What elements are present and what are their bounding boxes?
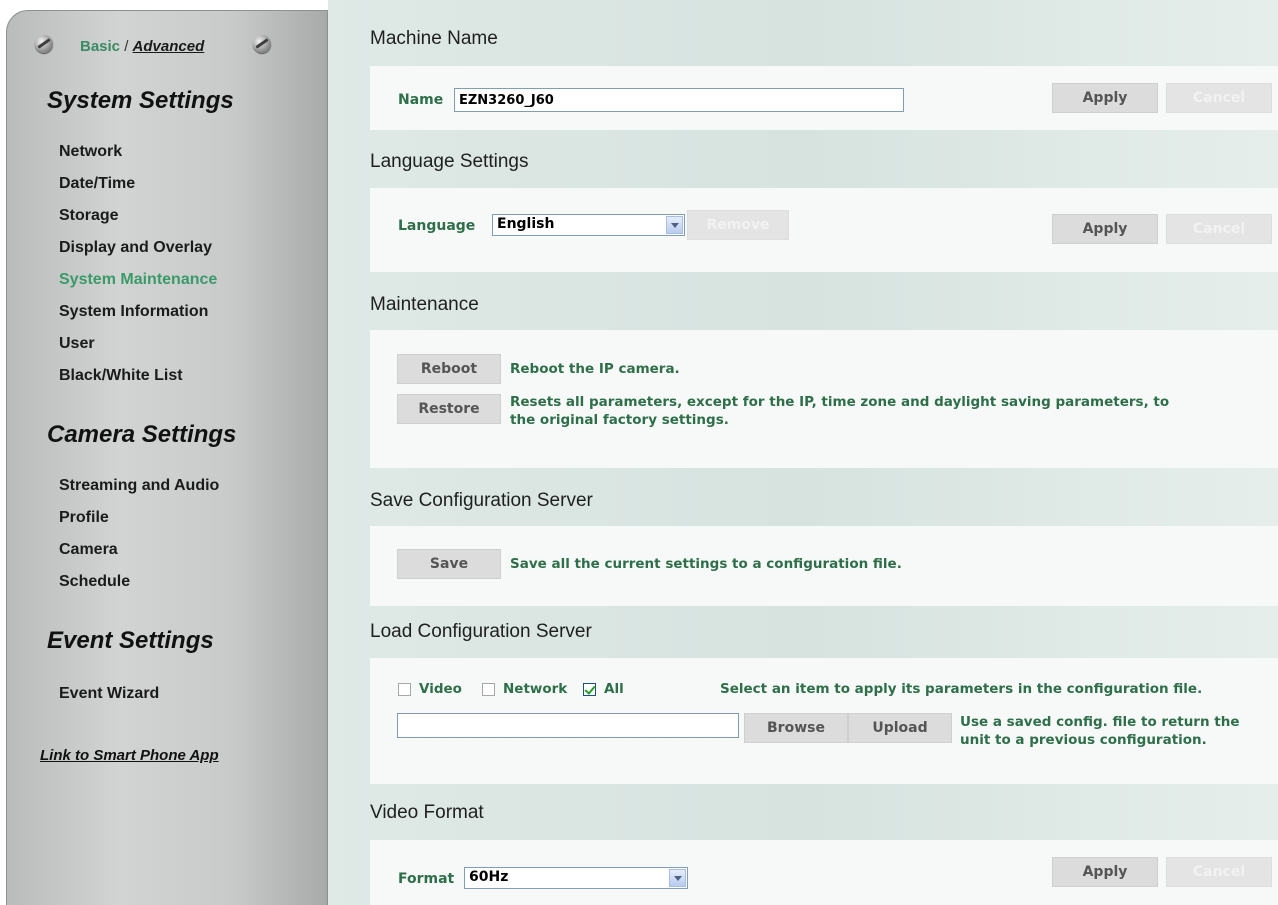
sidebar-item-system-maintenance[interactable]: System Maintenance — [59, 271, 217, 289]
sidebar-item-storage[interactable]: Storage — [59, 207, 119, 225]
name-label: Name — [398, 92, 444, 108]
upload-description-line1: Use a saved config. file to return the — [960, 714, 1240, 730]
video-format-apply-button[interactable]: Apply — [1052, 857, 1158, 887]
network-checkbox[interactable] — [482, 683, 495, 696]
browse-button[interactable]: Browse — [744, 713, 848, 743]
basic-mode-link[interactable]: Basic — [80, 38, 120, 55]
network-checkbox-label: Network — [503, 681, 568, 697]
video-format-cancel-button[interactable]: Cancel — [1166, 857, 1272, 887]
restore-button[interactable]: Restore — [397, 394, 501, 424]
restore-description-line2: the original factory settings. — [510, 412, 729, 428]
all-checkbox[interactable] — [583, 683, 596, 696]
sidebar-item-event-wizard[interactable]: Event Wizard — [59, 685, 159, 703]
sidebar-item-profile[interactable]: Profile — [59, 509, 109, 527]
chevron-down-icon — [666, 216, 683, 234]
sidebar-item-system-information[interactable]: System Information — [59, 303, 208, 321]
machine-name-box: Name Apply Cancel — [370, 66, 1278, 130]
screw-icon — [35, 35, 53, 53]
select-item-description: Select an item to apply its parameters i… — [720, 681, 1203, 697]
maintenance-header: Maintenance — [370, 294, 479, 315]
language-settings-box: Language English Remove Apply Cancel — [370, 188, 1278, 272]
language-settings-header: Language Settings — [370, 151, 529, 172]
sidebar-item-display-overlay[interactable]: Display and Overlay — [59, 239, 212, 257]
machine-name-cancel-button[interactable]: Cancel — [1166, 83, 1272, 113]
sidebar: Basic / Advanced System Settings Network… — [6, 10, 328, 905]
mode-switcher: Basic / Advanced — [80, 38, 204, 55]
screw-icon — [253, 35, 271, 53]
upload-description-line2: unit to a previous configuration. — [960, 732, 1207, 748]
section-title-system-settings: System Settings — [47, 87, 234, 114]
restore-description-line1: Resets all parameters, except for the IP… — [510, 394, 1170, 410]
mode-separator: / — [124, 38, 129, 55]
upload-button[interactable]: Upload — [848, 713, 952, 743]
load-config-header: Load Configuration Server — [370, 621, 592, 642]
smart-phone-app-link[interactable]: Link to Smart Phone App — [40, 747, 219, 764]
video-format-box: Format 60Hz Apply Cancel — [370, 840, 1278, 905]
sidebar-item-camera[interactable]: Camera — [59, 541, 118, 559]
video-format-header: Video Format — [370, 802, 484, 823]
save-config-header: Save Configuration Server — [370, 490, 593, 511]
all-checkbox-label: All — [604, 681, 624, 697]
video-checkbox[interactable] — [398, 683, 411, 696]
language-apply-button[interactable]: Apply — [1052, 214, 1158, 244]
save-config-box: Save Save all the current settings to a … — [370, 526, 1278, 606]
save-button[interactable]: Save — [397, 549, 501, 579]
machine-name-header: Machine Name — [370, 28, 498, 49]
sidebar-item-date-time[interactable]: Date/Time — [59, 175, 135, 193]
reboot-button[interactable]: Reboot — [397, 354, 501, 384]
maintenance-box: Reboot Reboot the IP camera. Restore Res… — [370, 330, 1278, 468]
config-file-input[interactable] — [397, 713, 739, 738]
language-select[interactable]: English — [492, 214, 685, 236]
format-select[interactable]: 60Hz — [464, 867, 688, 889]
language-select-value: English — [497, 216, 555, 232]
machine-name-apply-button[interactable]: Apply — [1052, 83, 1158, 113]
restore-description: Resets all parameters, except for the IP… — [510, 393, 1278, 429]
language-cancel-button[interactable]: Cancel — [1166, 214, 1272, 244]
language-label: Language — [398, 218, 476, 234]
reboot-description: Reboot the IP camera. — [510, 361, 680, 377]
video-checkbox-label: Video — [419, 681, 462, 697]
format-label: Format — [398, 871, 455, 887]
format-select-value: 60Hz — [469, 869, 509, 885]
main-panel: Machine Name Name Apply Cancel Language … — [328, 0, 1278, 905]
sidebar-item-schedule[interactable]: Schedule — [59, 573, 130, 591]
save-config-description: Save all the current settings to a confi… — [510, 556, 902, 572]
advanced-mode-link[interactable]: Advanced — [133, 38, 205, 55]
upload-description: Use a saved config. file to return the u… — [960, 713, 1276, 749]
section-title-camera-settings: Camera Settings — [47, 421, 237, 448]
machine-name-input[interactable] — [454, 88, 904, 112]
sidebar-item-network[interactable]: Network — [59, 143, 122, 161]
chevron-down-icon — [669, 869, 686, 887]
load-config-box: Video Network All Select an item to appl… — [370, 658, 1278, 784]
sidebar-item-user[interactable]: User — [59, 335, 95, 353]
section-title-event-settings: Event Settings — [47, 627, 214, 654]
language-remove-button[interactable]: Remove — [687, 210, 789, 240]
sidebar-item-black-white-list[interactable]: Black/White List — [59, 367, 183, 385]
sidebar-item-streaming-audio[interactable]: Streaming and Audio — [59, 477, 219, 495]
